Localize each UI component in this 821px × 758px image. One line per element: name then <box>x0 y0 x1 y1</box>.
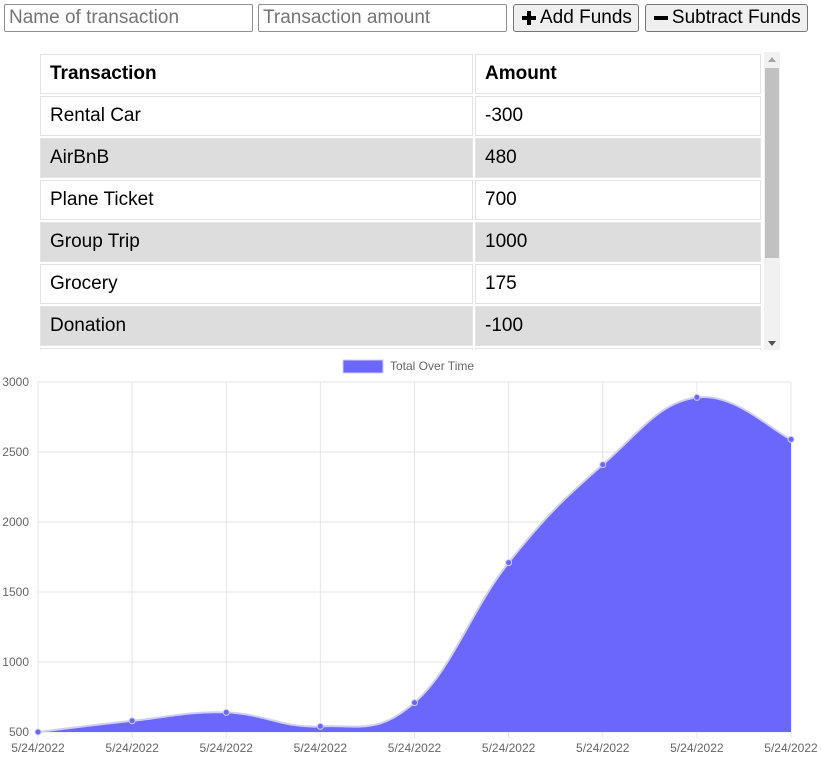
x-tick-label: 5/24/2022 <box>576 741 630 755</box>
data-point <box>599 461 607 469</box>
y-tick-label: 3000 <box>2 375 29 389</box>
transaction-name-cell: Grocery <box>40 264 473 304</box>
legend-swatch <box>342 359 384 374</box>
data-point <box>787 435 795 443</box>
x-tick-label: 5/24/2022 <box>764 741 818 755</box>
table-row: Group Trip 1000 <box>40 222 761 262</box>
x-tick-label: 5/24/2022 <box>670 741 724 755</box>
x-tick-label: 5/24/2022 <box>200 741 254 755</box>
x-tick-label: 5/24/2022 <box>388 741 442 755</box>
subtract-funds-label: Subtract Funds <box>671 7 801 28</box>
x-tick-label: 5/24/2022 <box>105 741 159 755</box>
plus-icon <box>521 10 537 26</box>
header-transaction: Transaction <box>40 54 473 94</box>
transaction-amount-cell: 480 <box>475 138 761 178</box>
table-row: Rental Car -300 <box>40 96 761 136</box>
scrollbar-thumb[interactable] <box>765 68 779 258</box>
transaction-amount-cell: 175 <box>475 264 761 304</box>
legend-label: Total Over Time <box>390 359 474 373</box>
x-tick-label: 5/24/2022 <box>482 741 536 755</box>
table-row: Plane Ticket 700 <box>40 180 761 220</box>
transaction-amount-cell: 1000 <box>475 222 761 262</box>
data-point <box>411 699 418 707</box>
add-funds-label: Add Funds <box>540 7 632 28</box>
transaction-name-cell: Group Trip <box>40 222 473 262</box>
minus-icon <box>653 10 669 26</box>
transaction-name-cell: Plane Ticket <box>40 180 473 220</box>
data-point <box>222 708 230 716</box>
transaction-name-input[interactable] <box>4 4 253 32</box>
transaction-amount-input[interactable] <box>258 4 507 32</box>
transaction-name-cell <box>40 348 473 350</box>
transaction-name-cell: AirBnB <box>40 138 473 178</box>
transactions-table: Transaction Amount Rental Car -300 AirBn… <box>38 52 763 350</box>
scroll-down-arrow-icon[interactable] <box>764 336 780 350</box>
x-tick-label: 5/24/2022 <box>11 741 65 755</box>
table-row: Grocery 175 <box>40 264 761 304</box>
transaction-form: Add Funds Subtract Funds <box>4 4 808 32</box>
y-tick-label: 2500 <box>2 445 29 459</box>
y-tick-label: 500 <box>9 725 29 739</box>
transactions-table-container[interactable]: Transaction Amount Rental Car -300 AirBn… <box>38 52 779 350</box>
transaction-amount-cell: -300 <box>475 96 761 136</box>
transaction-amount-cell: 700 <box>475 180 761 220</box>
y-tick-label: 2000 <box>2 515 29 529</box>
table-row: Donation -100 <box>40 306 761 346</box>
transaction-amount-cell <box>475 348 761 350</box>
header-amount: Amount <box>475 54 761 94</box>
x-tick-label: 5/24/2022 <box>294 741 348 755</box>
y-tick-label: 1500 <box>2 585 29 599</box>
y-tick-label: 1000 <box>2 655 29 669</box>
data-point <box>128 717 136 725</box>
total-over-time-chart: 500 1000 1500 2000 2500 3000 5/24/2022 5/24/202… <box>2 359 818 755</box>
transaction-name-cell: Rental Car <box>40 96 473 136</box>
data-point <box>693 393 701 401</box>
data-point <box>505 559 513 567</box>
subtract-funds-button[interactable]: Subtract Funds <box>644 4 808 32</box>
data-point <box>316 722 324 730</box>
chart-legend: Total Over Time <box>342 359 474 374</box>
add-funds-button[interactable]: Add Funds <box>513 4 639 32</box>
table-scrollbar[interactable] <box>764 52 780 350</box>
transaction-amount-cell: -100 <box>475 306 761 346</box>
table-row <box>40 348 761 350</box>
transaction-name-cell: Donation <box>40 306 473 346</box>
table-row: AirBnB 480 <box>40 138 761 178</box>
scroll-up-arrow-icon[interactable] <box>764 52 780 66</box>
data-point <box>34 728 42 736</box>
